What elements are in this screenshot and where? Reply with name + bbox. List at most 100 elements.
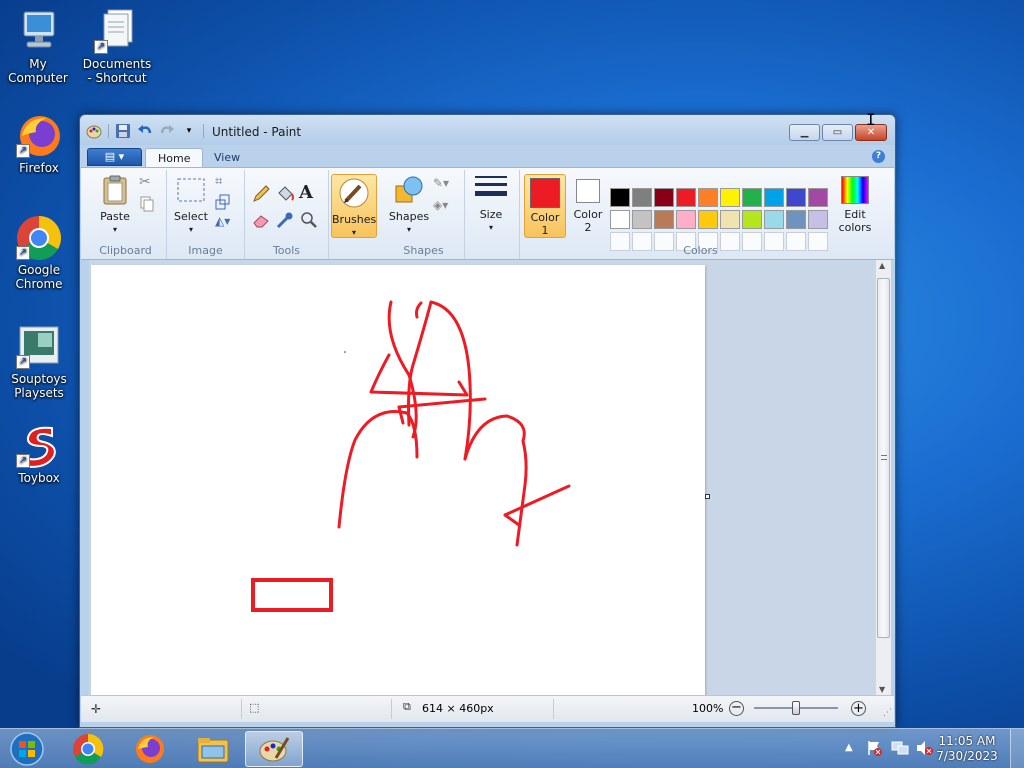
scroll-up-icon[interactable]: ▲ [879,261,885,270]
palette-swatch[interactable] [742,188,762,207]
chevron-down-icon: ▾ [488,223,493,232]
minimize-button[interactable]: ▁ [789,124,820,141]
palette-swatch[interactable] [720,210,740,229]
palette-swatch[interactable] [632,210,652,229]
ribbon: Paste ▾ ✂ Clipboard Select ▾ ⌗ ◭▾ Image … [81,167,894,260]
palette-swatch[interactable] [676,210,696,229]
zoom-slider-thumb[interactable] [792,701,800,715]
show-hidden-icons-icon[interactable]: ▲ [845,742,853,753]
volume-muted-icon[interactable] [916,740,934,756]
zoom-in-icon: + [853,701,864,716]
eraser-icon[interactable] [251,210,271,230]
palette-swatch[interactable] [764,188,784,207]
desktop-icon-my-computer[interactable]: My Computer [0,8,76,85]
desktop-icon-souptoys[interactable]: ↗ Souptoys Playsets [1,323,77,400]
rotate-icon[interactable]: ◭▾ [215,214,235,234]
palette-swatch[interactable] [676,188,696,207]
desktop-icon-documents[interactable]: ↗ Documents - Shortcut [79,8,155,85]
brushes-button[interactable]: Brushes ▾ [331,174,377,238]
shortcut-arrow-icon: ↗ [16,454,30,468]
zoom-out-button[interactable]: − [729,701,744,716]
desktop-icon-toybox[interactable]: ↗ Toybox [1,422,77,485]
cut-icon[interactable]: ✂ [139,174,159,194]
edit-colors-label: Edit colors [838,208,872,234]
selection-size-icon: ⬚ [249,701,260,714]
resize-icon[interactable] [215,194,235,214]
system-clock[interactable]: 11:05 AM 7/30/2023 [936,734,998,764]
copy-icon[interactable] [139,196,159,216]
zoom-slider[interactable] [754,701,838,715]
network-icon[interactable] [891,740,909,756]
palette-swatch[interactable] [786,188,806,207]
palette-swatch[interactable] [610,188,630,207]
scroll-down-icon[interactable]: ▼ [879,685,885,694]
palette-swatch[interactable] [654,210,674,229]
help-icon[interactable]: ? [872,150,885,163]
color2-swatch [576,179,600,203]
pencil-icon[interactable] [251,184,271,204]
redo-icon[interactable] [159,123,175,139]
customize-qat-icon[interactable]: ▾ [181,123,197,139]
souptoys-icon: ↗ [16,323,62,369]
start-orb-icon [10,732,44,766]
palette-swatch[interactable] [698,188,718,207]
text-icon[interactable]: A [299,182,319,203]
edit-colors-icon [841,176,869,204]
fill-icon[interactable]: ◈▾ [433,198,453,218]
color2-button[interactable]: Color 2 [570,177,606,234]
group-label: Image [188,244,223,257]
canvas-resize-handle[interactable] [705,494,710,499]
undo-icon[interactable] [137,123,153,139]
shortcut-arrow-icon: ↗ [16,246,30,260]
color1-button[interactable]: Color 1 [524,174,566,238]
palette-swatch[interactable] [632,188,652,207]
resize-grip-icon[interactable]: ⋰ [883,708,892,718]
menu-icon: ▤ ▾ [104,150,125,163]
color-picker-icon[interactable] [275,210,295,230]
select-button[interactable]: Select ▾ [171,174,211,236]
paint-app-icon[interactable] [86,123,102,139]
size-button[interactable]: Size ▾ [469,172,513,234]
chrome-icon [73,733,104,765]
taskbar-explorer[interactable] [185,731,241,767]
palette-swatch[interactable] [654,188,674,207]
crop-icon[interactable]: ⌗ [215,174,235,194]
palette-swatch[interactable] [764,210,784,229]
palette-swatch[interactable] [742,210,762,229]
size-icon [475,172,507,204]
palette-swatch[interactable] [698,210,718,229]
maximize-button[interactable]: ▭ [822,124,853,141]
taskbar-firefox[interactable] [122,731,178,767]
zoom-in-button[interactable]: + [851,701,866,716]
magnifier-icon[interactable] [299,210,319,230]
clock-date: 7/30/2023 [936,749,998,763]
desktop-icon-firefox[interactable]: ↗ Firefox [1,112,77,175]
scrollbar-thumb[interactable] [877,278,890,638]
paint-menu-button[interactable]: ▤ ▾ [87,148,142,166]
select-icon [175,174,207,206]
palette-swatch[interactable] [720,188,740,207]
palette-swatch[interactable] [808,210,828,229]
palette-swatch[interactable] [786,210,806,229]
vertical-scrollbar[interactable]: ▲ ▼ [875,260,891,695]
desktop-icon-label: Firefox [19,161,59,175]
start-button[interactable] [0,731,54,767]
action-center-icon[interactable] [866,740,882,756]
shapes-button[interactable]: Shapes ▾ [387,174,431,236]
show-desktop-button[interactable] [1010,729,1024,768]
taskbar-paint[interactable] [245,731,303,767]
paste-button[interactable]: Paste ▾ [95,174,135,236]
tab-home[interactable]: Home [145,148,204,168]
taskbar-chrome[interactable] [60,731,116,767]
edit-colors-button[interactable]: Edit colors [834,176,876,234]
save-icon[interactable] [115,123,131,139]
desktop-icon-chrome[interactable]: ↗ Google Chrome [1,214,77,291]
group-label: Clipboard [99,244,152,257]
tab-view[interactable]: View [202,148,252,168]
palette-swatch[interactable] [610,210,630,229]
palette-swatch[interactable] [808,188,828,207]
outline-icon[interactable]: ✎▾ [433,176,453,196]
fill-bucket-icon[interactable] [275,184,295,204]
drawing-canvas[interactable] [91,265,705,695]
clock-time: 11:05 AM [938,734,996,748]
